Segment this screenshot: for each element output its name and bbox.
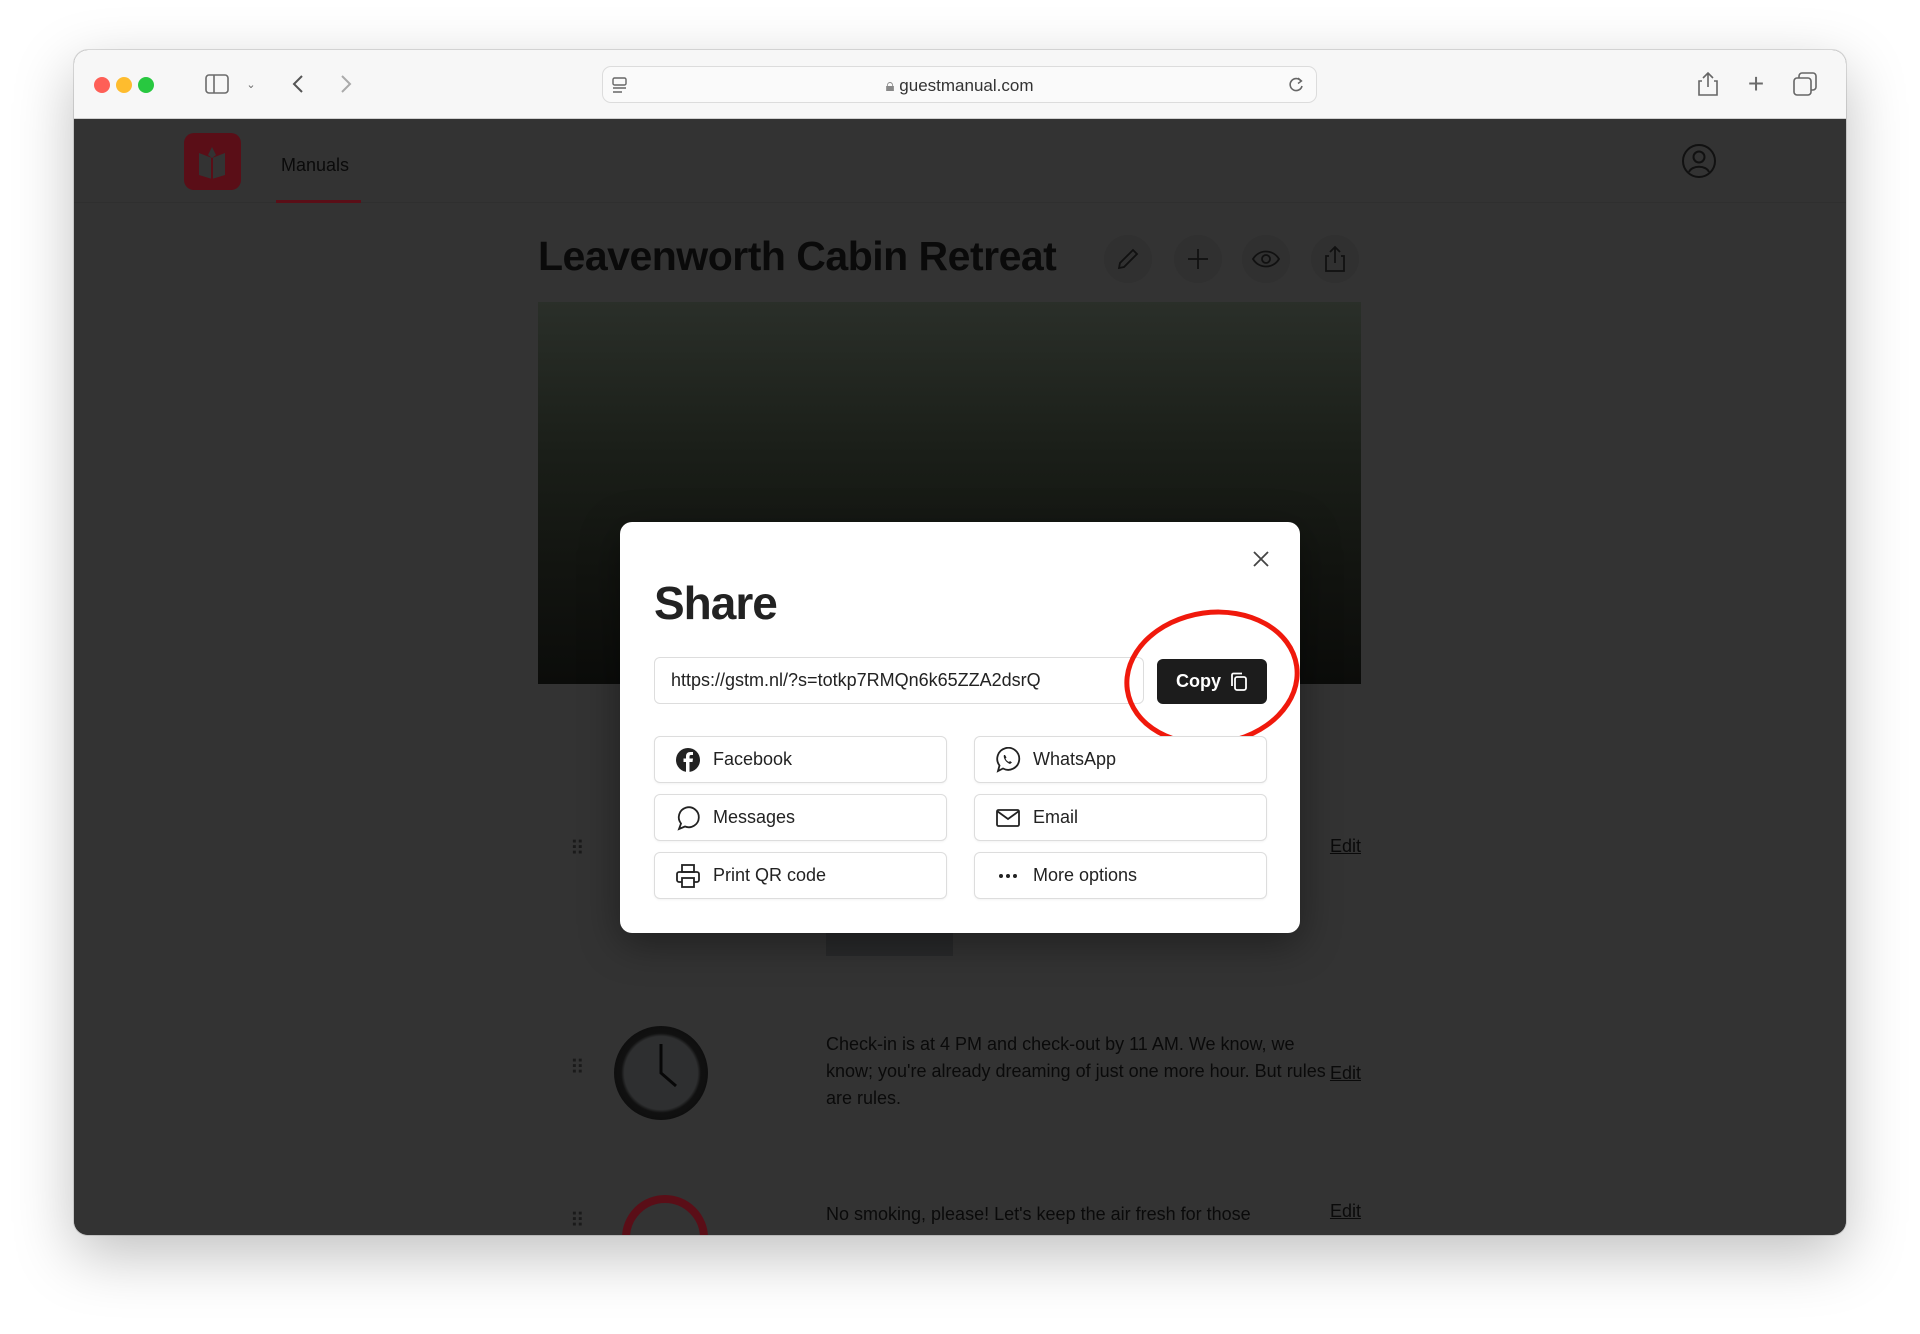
copy-icon [1231, 672, 1247, 691]
ellipsis-icon [999, 873, 1017, 878]
reload-icon[interactable] [1286, 75, 1306, 95]
browser-toolbar: ⌄ 🔒︎ guestmanual.com + [74, 50, 1846, 119]
drag-handle-icon[interactable]: ⠿ [570, 839, 586, 859]
button-label: WhatsApp [1033, 749, 1117, 769]
button-label: Facebook [713, 749, 793, 769]
top-nav: Manuals [74, 119, 1846, 203]
row-text: No smoking, please! Let's keep the air f… [826, 1204, 1251, 1224]
share-icon [1325, 245, 1345, 272]
pencil-icon [1117, 248, 1139, 270]
active-tab-indicator [276, 200, 361, 203]
facebook-icon [676, 747, 700, 772]
back-icon[interactable] [288, 72, 308, 96]
plus-icon [1188, 249, 1208, 269]
nav-manuals-link[interactable]: Manuals [281, 155, 349, 176]
dialog-title: Share [654, 577, 778, 629]
minimize-window-button[interactable] [116, 77, 132, 93]
share-url-input[interactable] [654, 657, 1144, 704]
user-account-icon[interactable] [1681, 143, 1717, 179]
manual-row: ⠿ No smoking, please! Let's keep the air… [538, 1195, 1361, 1235]
tab-overview-icon[interactable] [1792, 70, 1818, 98]
address-bar[interactable]: 🔒︎ guestmanual.com [602, 66, 1317, 103]
button-label: Print QR code [713, 865, 827, 885]
share-whatsapp-button[interactable]: WhatsApp [974, 736, 1267, 783]
close-window-button[interactable] [94, 77, 110, 93]
preview-button[interactable] [1242, 235, 1290, 283]
edit-link[interactable]: Edit [1330, 836, 1361, 857]
eye-icon [1251, 250, 1281, 268]
drag-handle-icon[interactable]: ⠿ [570, 1211, 586, 1231]
edit-link[interactable]: Edit [1330, 1201, 1361, 1222]
guestmanual-logo[interactable] [184, 133, 241, 190]
message-bubble-icon [677, 805, 700, 831]
whatsapp-icon [996, 746, 1021, 773]
manual-title: Leavenworth Cabin Retreat [538, 233, 1057, 279]
share-icon[interactable] [1696, 70, 1720, 98]
chevron-down-icon[interactable]: ⌄ [244, 76, 258, 92]
more-options-button[interactable]: More options [974, 852, 1267, 899]
url-text: 🔒︎ guestmanual.com [603, 76, 1316, 96]
share-email-button[interactable]: Email [974, 794, 1267, 841]
envelope-icon [996, 808, 1020, 827]
share-dialog: Share Copy Facebook WhatsApp Messages Em… [620, 522, 1309, 933]
print-qr-code-button[interactable]: Print QR code [654, 852, 947, 899]
button-label: Email [1033, 807, 1079, 827]
forward-icon[interactable] [336, 72, 356, 96]
clock-icon [614, 1026, 708, 1120]
drag-handle-icon[interactable]: ⠿ [570, 1058, 586, 1078]
lock-icon: 🔒︎ [885, 76, 895, 95]
sidebar-toggle-icon[interactable] [204, 72, 230, 96]
url-label: guestmanual.com [899, 76, 1034, 95]
browser-window: ⌄ 🔒︎ guestmanual.com + Manuals Leavenwor… [74, 50, 1846, 1235]
share-manual-button[interactable] [1311, 235, 1359, 283]
page-content-dimmed[interactable]: Manuals Leavenworth Cabin Retreat ⠿ Edit… [74, 119, 1846, 1235]
manual-row: ⠿ Check-in is at 4 PM and check-out by 1… [538, 1019, 1361, 1129]
edit-link[interactable]: Edit [1330, 1063, 1361, 1084]
copy-label: Copy [1176, 671, 1221, 691]
edit-manual-button[interactable] [1104, 235, 1152, 283]
copy-button[interactable]: Copy [1157, 659, 1267, 704]
printer-icon [676, 863, 700, 888]
zoom-window-button[interactable] [138, 77, 154, 93]
close-icon[interactable] [1246, 544, 1276, 574]
new-tab-icon[interactable]: + [1744, 68, 1768, 99]
button-label: More options [1033, 865, 1138, 885]
share-facebook-button[interactable]: Facebook [654, 736, 947, 783]
row-text: Check-in is at 4 PM and check-out by 11 … [826, 1034, 1326, 1108]
share-messages-button[interactable]: Messages [654, 794, 947, 841]
no-smoking-icon [622, 1195, 708, 1235]
add-button[interactable] [1174, 235, 1222, 283]
button-label: Messages [713, 807, 796, 827]
